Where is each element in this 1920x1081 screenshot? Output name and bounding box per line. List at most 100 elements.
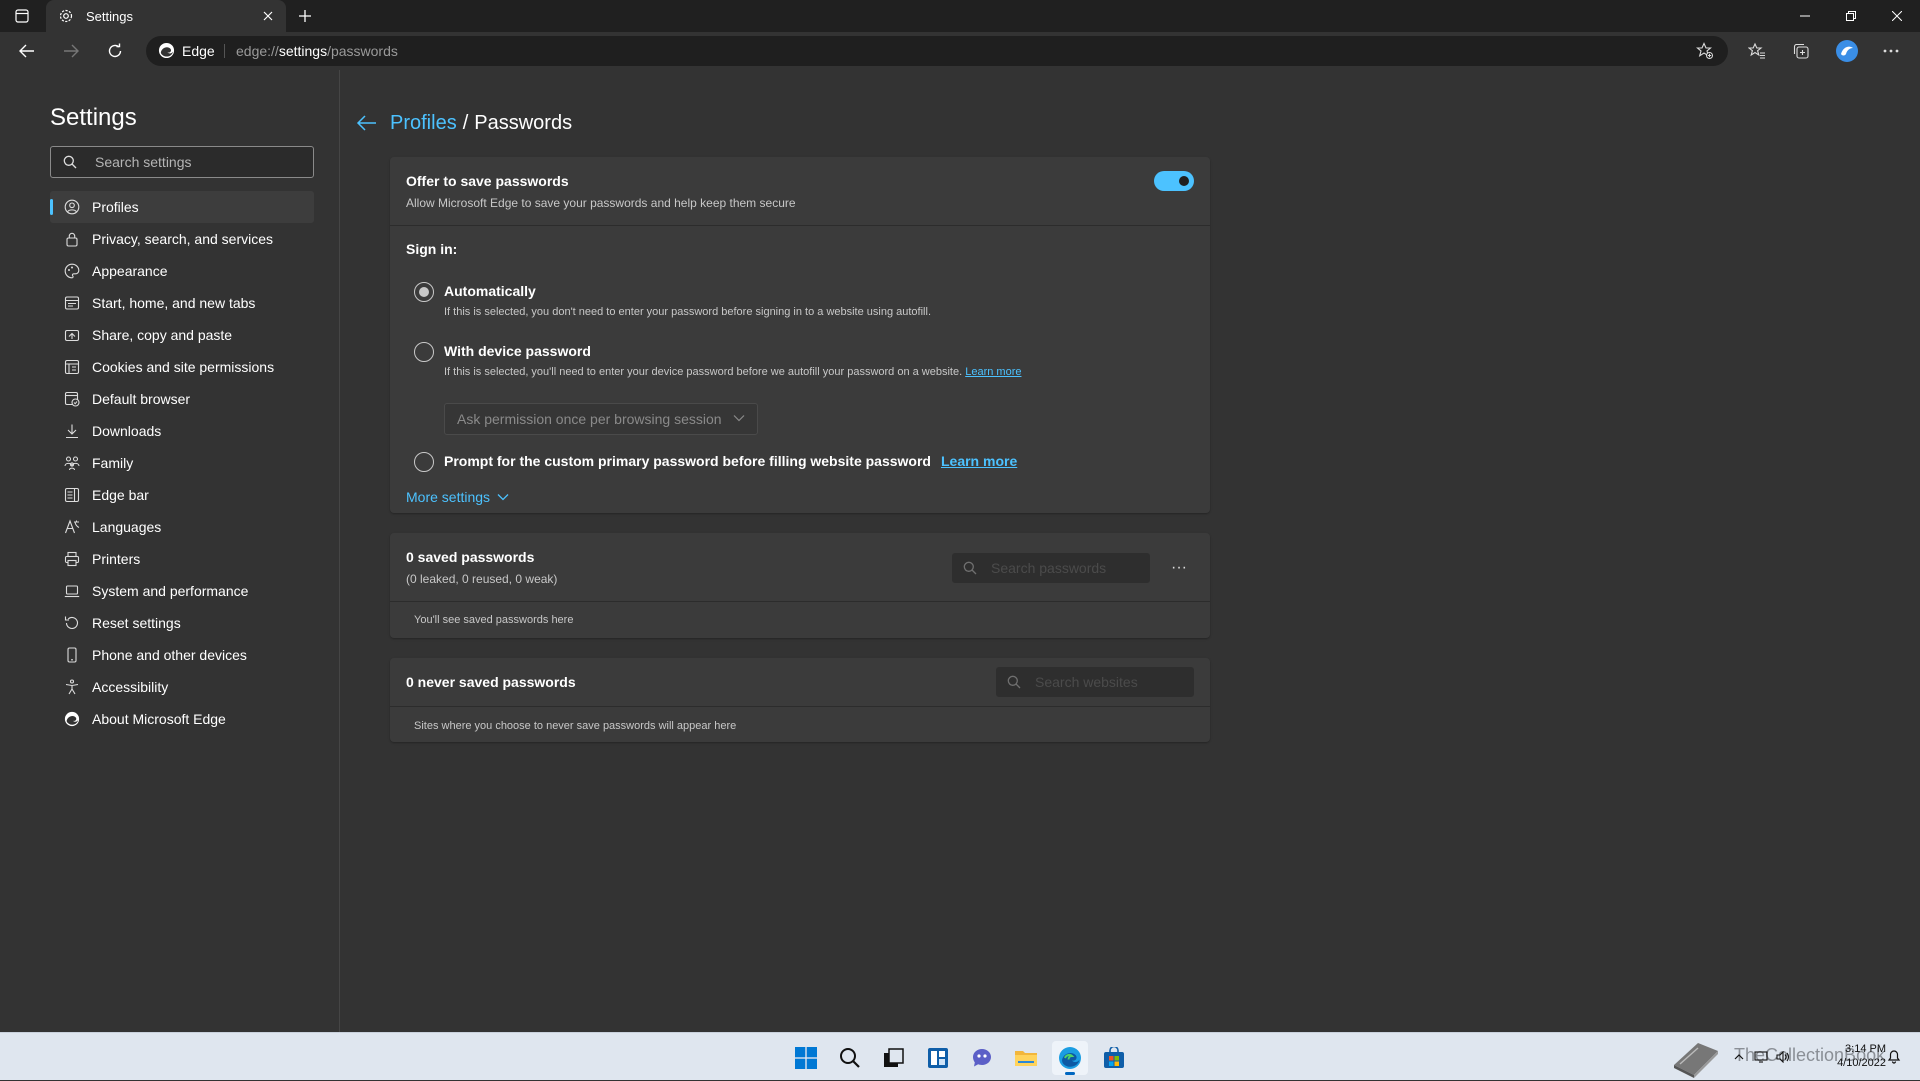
sidebar-item-accessibility[interactable]: Accessibility [50, 671, 314, 703]
sidebar-item-cookies[interactable]: Cookies and site permissions [50, 351, 314, 383]
minimize-button[interactable] [1782, 0, 1828, 32]
printer-icon [64, 551, 80, 567]
sidebar-item-privacy[interactable]: Privacy, search, and services [50, 223, 314, 255]
search-websites-input[interactable] [1035, 668, 1185, 696]
sidebar-item-reset[interactable]: Reset settings [50, 607, 314, 639]
learn-more-link[interactable]: Learn more [965, 366, 1021, 378]
clock[interactable]: 3:14 PM 4/10/2022 [1826, 1042, 1886, 1070]
learn-more-link[interactable]: Learn more [941, 453, 1017, 469]
divider [390, 601, 1210, 602]
search-passwords-box[interactable] [952, 553, 1150, 583]
breadcrumb-profiles-link[interactable]: Profiles [390, 112, 457, 135]
sidebar-item-phone[interactable]: Phone and other devices [50, 639, 314, 671]
settings-search-input[interactable] [95, 147, 305, 177]
password-settings-card: Offer to save passwords Allow Microsoft … [390, 157, 1210, 513]
edge-bar-icon [64, 487, 80, 503]
sidebar-item-about[interactable]: About Microsoft Edge [50, 703, 314, 735]
offer-save-toggle[interactable] [1154, 171, 1194, 191]
sidebar-item-downloads[interactable]: Downloads [50, 415, 314, 447]
download-icon [64, 423, 80, 439]
gear-icon [59, 9, 73, 23]
sidebar-item-label: Reset settings [92, 615, 181, 631]
store-button[interactable] [1096, 1041, 1132, 1075]
forward-button[interactable] [56, 37, 86, 65]
file-explorer-button[interactable] [1008, 1041, 1044, 1075]
add-favorite-button[interactable] [1694, 41, 1716, 61]
radio-custom-primary-password[interactable] [414, 452, 434, 472]
sidebar-item-appearance[interactable]: Appearance [50, 255, 314, 287]
sidebar-item-label: Share, copy and paste [92, 327, 233, 343]
chevron-up-icon[interactable] [1734, 1054, 1744, 1060]
sidebar-item-system[interactable]: System and performance [50, 575, 314, 607]
sidebar-nav: Profiles Privacy, search, and services A… [50, 191, 314, 735]
device-password-select[interactable]: Ask permission once per browsing session [444, 403, 758, 435]
search-passwords-input[interactable] [991, 554, 1141, 582]
more-settings-label: More settings [406, 489, 491, 505]
sidebar-item-label: System and performance [92, 583, 249, 599]
refresh-button[interactable] [100, 37, 130, 65]
lock-icon [64, 231, 80, 247]
back-button[interactable] [12, 37, 42, 65]
arrow-left-icon [19, 44, 34, 58]
taskbar-search-button[interactable] [832, 1041, 868, 1075]
close-icon [1892, 11, 1902, 21]
page-title: Passwords [474, 112, 573, 134]
sidebar-item-label: Languages [92, 519, 162, 535]
sidebar-item-profiles[interactable]: Profiles [50, 191, 314, 223]
chevron-down-icon [733, 415, 745, 422]
edge-taskbar-button[interactable] [1052, 1041, 1088, 1075]
breadcrumb-separator: / [462, 112, 469, 134]
close-window-button[interactable] [1874, 0, 1920, 32]
sidebar-item-default-browser[interactable]: Default browser [50, 383, 314, 415]
sidebar-item-start-home[interactable]: Start, home, and new tabs [50, 287, 314, 319]
option-automatically-description: If this is selected, you don't need to e… [444, 306, 931, 318]
address-bar[interactable]: Edge edge://settings/passwords [146, 36, 1728, 66]
widgets-button[interactable] [920, 1041, 956, 1075]
volume-icon[interactable] [1776, 1051, 1790, 1063]
collections-button[interactable] [1786, 37, 1816, 65]
home-tabs-icon [64, 295, 80, 311]
star-add-icon [1696, 42, 1713, 59]
restore-icon [1846, 11, 1856, 21]
tab-actions-button[interactable] [10, 5, 34, 27]
collections-icon [1793, 43, 1809, 59]
sidebar-item-edge-bar[interactable]: Edge bar [50, 479, 314, 511]
tab-close-button[interactable] [260, 8, 276, 24]
sidebar-title: Settings [50, 104, 137, 131]
tab-settings[interactable]: Settings [46, 0, 286, 32]
sidebar-item-family[interactable]: Family [50, 447, 314, 479]
arrow-right-icon [64, 44, 79, 58]
settings-search-box[interactable] [50, 146, 314, 178]
sidebar-item-languages[interactable]: Languages [50, 511, 314, 543]
new-tab-button[interactable] [294, 5, 316, 27]
tab-title: Settings [86, 8, 133, 24]
profile-avatar-button[interactable] [1832, 37, 1862, 65]
accessibility-icon [64, 679, 80, 695]
edge-badge[interactable]: Edge [158, 42, 215, 59]
start-button[interactable] [788, 1041, 824, 1075]
folder-icon [1015, 1051, 1037, 1066]
radio-device-password[interactable] [414, 342, 434, 362]
search-websites-box[interactable] [996, 667, 1194, 697]
monitor-icon[interactable] [1754, 1051, 1768, 1063]
chat-icon [973, 1049, 991, 1067]
sidebar-item-printers[interactable]: Printers [50, 543, 314, 575]
task-view-button[interactable] [876, 1041, 912, 1075]
store-icon [1104, 1047, 1124, 1068]
sidebar-item-share[interactable]: Share, copy and paste [50, 319, 314, 351]
restore-button[interactable] [1828, 0, 1874, 32]
back-arrow-icon[interactable] [356, 114, 378, 132]
saved-passwords-more-button[interactable]: ··· [1162, 553, 1196, 583]
sidebar-item-label: Family [92, 455, 134, 471]
radio-automatically[interactable] [414, 282, 434, 302]
chat-button[interactable] [964, 1041, 1000, 1075]
favorites-button[interactable] [1742, 37, 1772, 65]
url-prefix: edge:// [236, 43, 279, 59]
url-text[interactable]: edge://settings/passwords [236, 43, 398, 59]
more-settings-button[interactable]: More settings [406, 489, 509, 505]
sidebar-item-label: Appearance [92, 263, 168, 279]
notification-icon[interactable] [1886, 1048, 1902, 1064]
url-suffix: /passwords [327, 43, 398, 59]
never-saved-empty: Sites where you choose to never save pas… [414, 720, 737, 732]
settings-and-more-button[interactable] [1876, 37, 1906, 65]
